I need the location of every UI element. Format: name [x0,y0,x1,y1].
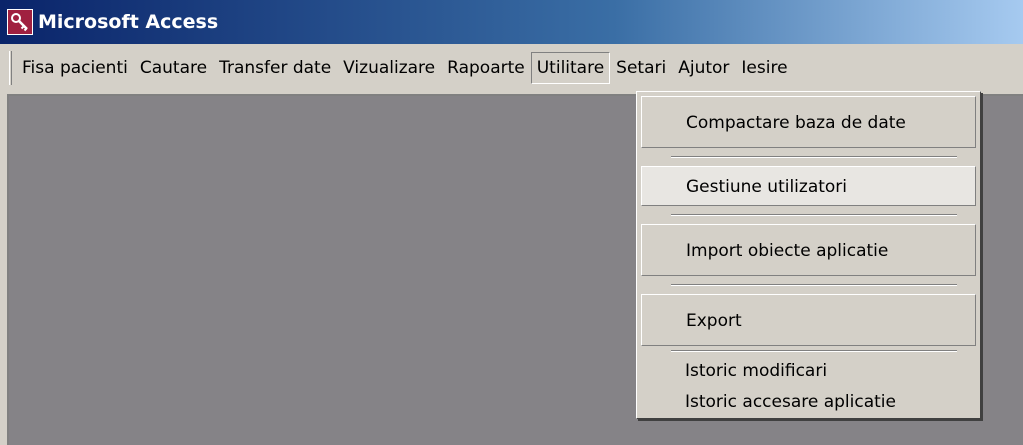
menubar-grip-handle[interactable] [9,51,12,85]
menu-separator [637,148,980,166]
menu-separator [637,276,980,294]
menu-rapoarte[interactable]: Rapoarte [441,52,531,84]
menu-utilitare[interactable]: Utilitare [530,52,611,84]
menu-separator [637,206,980,224]
menu-cautare[interactable]: Cautare [134,52,213,84]
menu-ajutor[interactable]: Ajutor [672,52,735,84]
menu-vizualizare[interactable]: Vizualizare [337,52,441,84]
menu-item-istoric-accesare-aplicatie[interactable]: Istoric accesare aplicatie [637,387,980,418]
menu-separator [637,346,980,356]
menu-item-compactare-baza-de-date[interactable]: Compactare baza de date [641,96,976,148]
menu-bar: Fisa pacienti Cautare Transfer date Vizu… [0,44,1023,92]
menu-transfer-date[interactable]: Transfer date [213,52,337,84]
access-key-icon[interactable] [7,9,33,35]
menu-fisa-pacienti[interactable]: Fisa pacienti [16,52,134,84]
menu-setari[interactable]: Setari [610,52,672,84]
menu-item-import-obiecte-aplicatie[interactable]: Import obiecte aplicatie [641,224,976,276]
access-window: Microsoft Access Fisa pacienti Cautare T… [0,0,1023,445]
menu-item-gestiune-utilizatori[interactable]: Gestiune utilizatori [641,166,976,206]
title-bar[interactable]: Microsoft Access [0,0,1023,44]
window-title: Microsoft Access [38,11,219,33]
menu-iesire[interactable]: Iesire [735,52,793,84]
menu-item-istoric-modificari[interactable]: Istoric modificari [637,356,980,387]
utilitare-dropdown-menu: Compactare baza de date Gestiune utiliza… [636,91,981,419]
menu-item-export[interactable]: Export [641,294,976,346]
